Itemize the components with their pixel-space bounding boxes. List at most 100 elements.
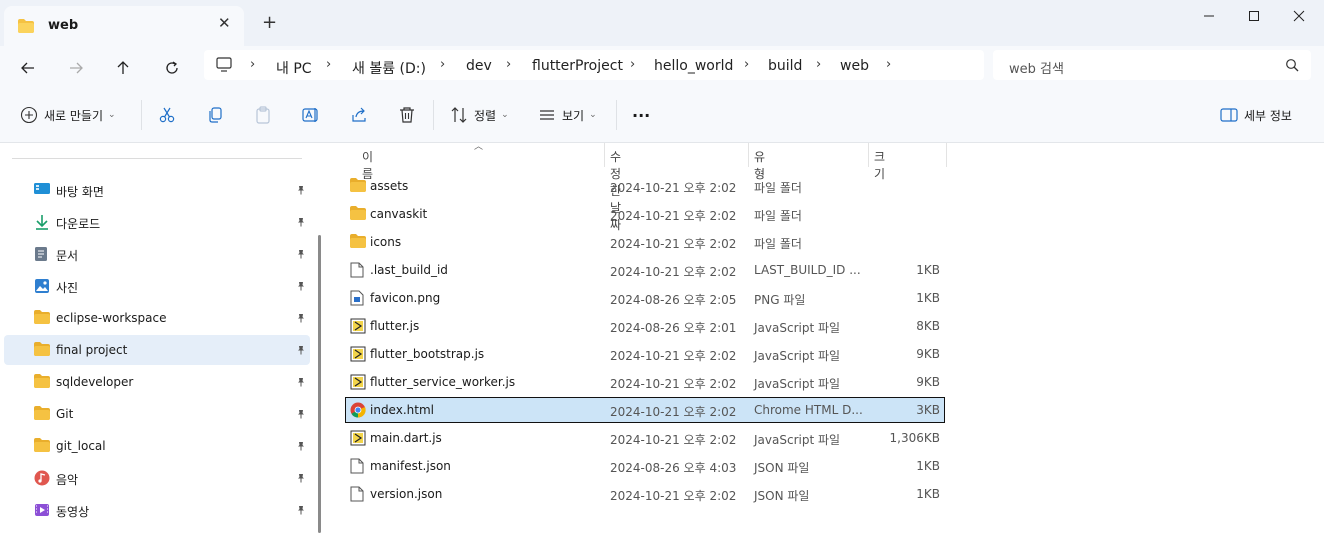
sort-button[interactable]: 정렬 ⌄ bbox=[450, 101, 509, 129]
folder-icon bbox=[18, 19, 34, 36]
delete-button[interactable] bbox=[398, 101, 416, 129]
breadcrumb-my-pc[interactable]: 내 PC bbox=[276, 58, 312, 78]
file-row[interactable]: manifest.json 2024-08-26 오후 4:03 JSON 파일 1K… bbox=[346, 454, 944, 478]
details-pane-button[interactable]: 세부 정보 bbox=[1220, 101, 1292, 129]
sidebar-item-label: Git bbox=[56, 407, 74, 421]
pin-icon[interactable] bbox=[296, 312, 306, 326]
cut-button[interactable] bbox=[158, 101, 176, 129]
tab-web[interactable]: web ✕ bbox=[4, 6, 244, 46]
breadcrumb-web[interactable]: web bbox=[840, 58, 869, 74]
pin-icon[interactable] bbox=[296, 504, 306, 518]
more-options-button[interactable]: ··· bbox=[632, 101, 650, 129]
column-divider[interactable] bbox=[748, 143, 749, 167]
sidebar-item[interactable]: final project bbox=[4, 335, 310, 365]
sidebar-item[interactable]: 다운로드 bbox=[4, 207, 310, 237]
paste-button[interactable] bbox=[254, 101, 272, 129]
file-row[interactable]: canvaskit 2024-10-21 오후 2:02 파일 폴더 bbox=[346, 202, 944, 226]
file-row[interactable]: .last_build_id 2024-10-21 오후 2:02 LAST_BUI… bbox=[346, 258, 944, 282]
sidebar-item[interactable]: 동영상 bbox=[4, 495, 310, 525]
pin-icon[interactable] bbox=[296, 440, 306, 454]
file-date: 2024-10-21 오후 2:02 bbox=[610, 433, 737, 447]
sidebar-item-label: eclipse-workspace bbox=[56, 311, 167, 325]
tab-title: web bbox=[48, 18, 79, 33]
sidebar-item-label: 문서 bbox=[56, 249, 79, 263]
navigation-pane: 바탕 화면 다운로드문서사진 eclipse-workspace final proj… bbox=[0, 143, 316, 533]
file-name: canvaskit bbox=[370, 207, 428, 221]
pin-icon[interactable] bbox=[296, 280, 306, 294]
rename-button[interactable] bbox=[302, 101, 320, 129]
copy-button[interactable] bbox=[206, 101, 224, 129]
file-type: JavaScript 파일 bbox=[754, 349, 841, 363]
pin-icon[interactable] bbox=[296, 216, 306, 230]
file-type: Chrome HTML D... bbox=[754, 403, 863, 417]
file-row[interactable]: flutter.js 2024-08-26 오후 2:01 JavaScript 파… bbox=[346, 314, 944, 338]
pin-icon[interactable] bbox=[296, 472, 306, 486]
file-row[interactable]: icons 2024-10-21 오후 2:02 파일 폴더 bbox=[346, 230, 944, 254]
file-name: version.json bbox=[370, 487, 443, 501]
up-button[interactable] bbox=[109, 54, 137, 82]
file-row[interactable]: index.html 2024-10-21 오후 2:02 Chrome HTML … bbox=[345, 397, 945, 423]
file-row[interactable]: assets 2024-10-21 오후 2:02 파일 폴더 bbox=[346, 174, 944, 198]
view-button[interactable]: 보기 ⌄ bbox=[538, 101, 597, 129]
chevron-down-icon: ⌄ bbox=[589, 110, 597, 120]
file-name: main.dart.js bbox=[370, 431, 442, 445]
breadcrumb-separator-icon: › bbox=[744, 57, 750, 72]
minimize-button[interactable] bbox=[1186, 0, 1232, 32]
breadcrumb-build[interactable]: build bbox=[768, 58, 802, 74]
file-row[interactable]: flutter_bootstrap.js 2024-10-21 오후 2:02 Ja… bbox=[346, 342, 944, 366]
cut-icon bbox=[159, 107, 175, 123]
forward-button[interactable] bbox=[62, 54, 90, 82]
download-icon bbox=[34, 214, 50, 230]
sidebar-item[interactable]: eclipse-workspace bbox=[4, 303, 310, 333]
file-date: 2024-08-26 오후 2:05 bbox=[610, 293, 737, 307]
sidebar-item[interactable]: 바탕 화면 bbox=[4, 175, 310, 205]
file-row[interactable]: version.json 2024-10-21 오후 2:02 JSON 파일 1KB bbox=[346, 482, 944, 506]
maximize-button[interactable] bbox=[1231, 0, 1277, 32]
sidebar-item[interactable]: Git bbox=[4, 399, 310, 429]
sidebar-item[interactable]: 문서 bbox=[4, 239, 310, 269]
file-date: 2024-10-21 오후 2:02 bbox=[610, 489, 737, 503]
breadcrumb-flutterproject[interactable]: flutterProject bbox=[532, 58, 623, 74]
new-button[interactable]: 새로 만들기 ⌄ bbox=[20, 101, 116, 129]
file-name: icons bbox=[370, 235, 402, 249]
breadcrumb-dev[interactable]: dev bbox=[466, 58, 492, 74]
file-type: JavaScript 파일 bbox=[754, 321, 841, 335]
file-icon bbox=[350, 458, 366, 474]
address-bar[interactable]: › 내 PC › 새 볼륨 (D:) › dev › flutterProjec… bbox=[204, 50, 984, 80]
folder-icon bbox=[34, 438, 50, 454]
sidebar-item[interactable]: 사진 bbox=[4, 271, 310, 301]
sidebar-item[interactable]: git_local bbox=[4, 431, 310, 461]
pin-icon[interactable] bbox=[296, 344, 306, 358]
breadcrumb-volume-d[interactable]: 새 볼륨 (D:) bbox=[352, 58, 426, 78]
new-tab-button[interactable]: + bbox=[262, 12, 277, 33]
back-button[interactable] bbox=[14, 54, 42, 82]
sidebar-item[interactable]: 음악 bbox=[4, 463, 310, 493]
toolbar-divider bbox=[141, 100, 142, 130]
tab-bar: web ✕ + bbox=[0, 0, 1324, 46]
folder-icon bbox=[350, 234, 366, 250]
file-row[interactable]: main.dart.js 2024-10-21 오후 2:02 JavaScript… bbox=[346, 426, 944, 450]
refresh-button[interactable] bbox=[158, 54, 186, 82]
share-button[interactable] bbox=[350, 101, 368, 129]
column-divider[interactable] bbox=[868, 143, 869, 167]
file-date: 2024-10-21 오후 2:02 bbox=[610, 209, 737, 223]
folder-icon bbox=[350, 206, 366, 222]
pictures-icon bbox=[34, 278, 50, 294]
close-window-button[interactable] bbox=[1276, 0, 1322, 32]
pin-icon[interactable] bbox=[296, 248, 306, 262]
search-input[interactable]: web 검색 bbox=[993, 50, 1311, 80]
breadcrumb-hello-world[interactable]: hello_world bbox=[654, 58, 733, 74]
pin-icon[interactable] bbox=[296, 408, 306, 422]
column-divider[interactable] bbox=[604, 143, 605, 167]
pin-icon[interactable] bbox=[296, 184, 306, 198]
file-row[interactable]: flutter_service_worker.js 2024-10-21 오후 2… bbox=[346, 370, 944, 394]
sidebar-scrollbar[interactable] bbox=[318, 235, 321, 533]
file-row[interactable]: favicon.png 2024-08-26 오후 2:05 PNG 파일 1KB bbox=[346, 286, 944, 310]
file-date: 2024-08-26 오후 4:03 bbox=[610, 461, 737, 475]
view-button-label: 보기 bbox=[562, 108, 585, 123]
sidebar-item[interactable]: sqldeveloper bbox=[4, 367, 310, 397]
file-size: 8KB bbox=[916, 319, 940, 333]
close-tab-button[interactable]: ✕ bbox=[218, 14, 231, 32]
pin-icon[interactable] bbox=[296, 376, 306, 390]
column-divider[interactable] bbox=[946, 143, 947, 167]
